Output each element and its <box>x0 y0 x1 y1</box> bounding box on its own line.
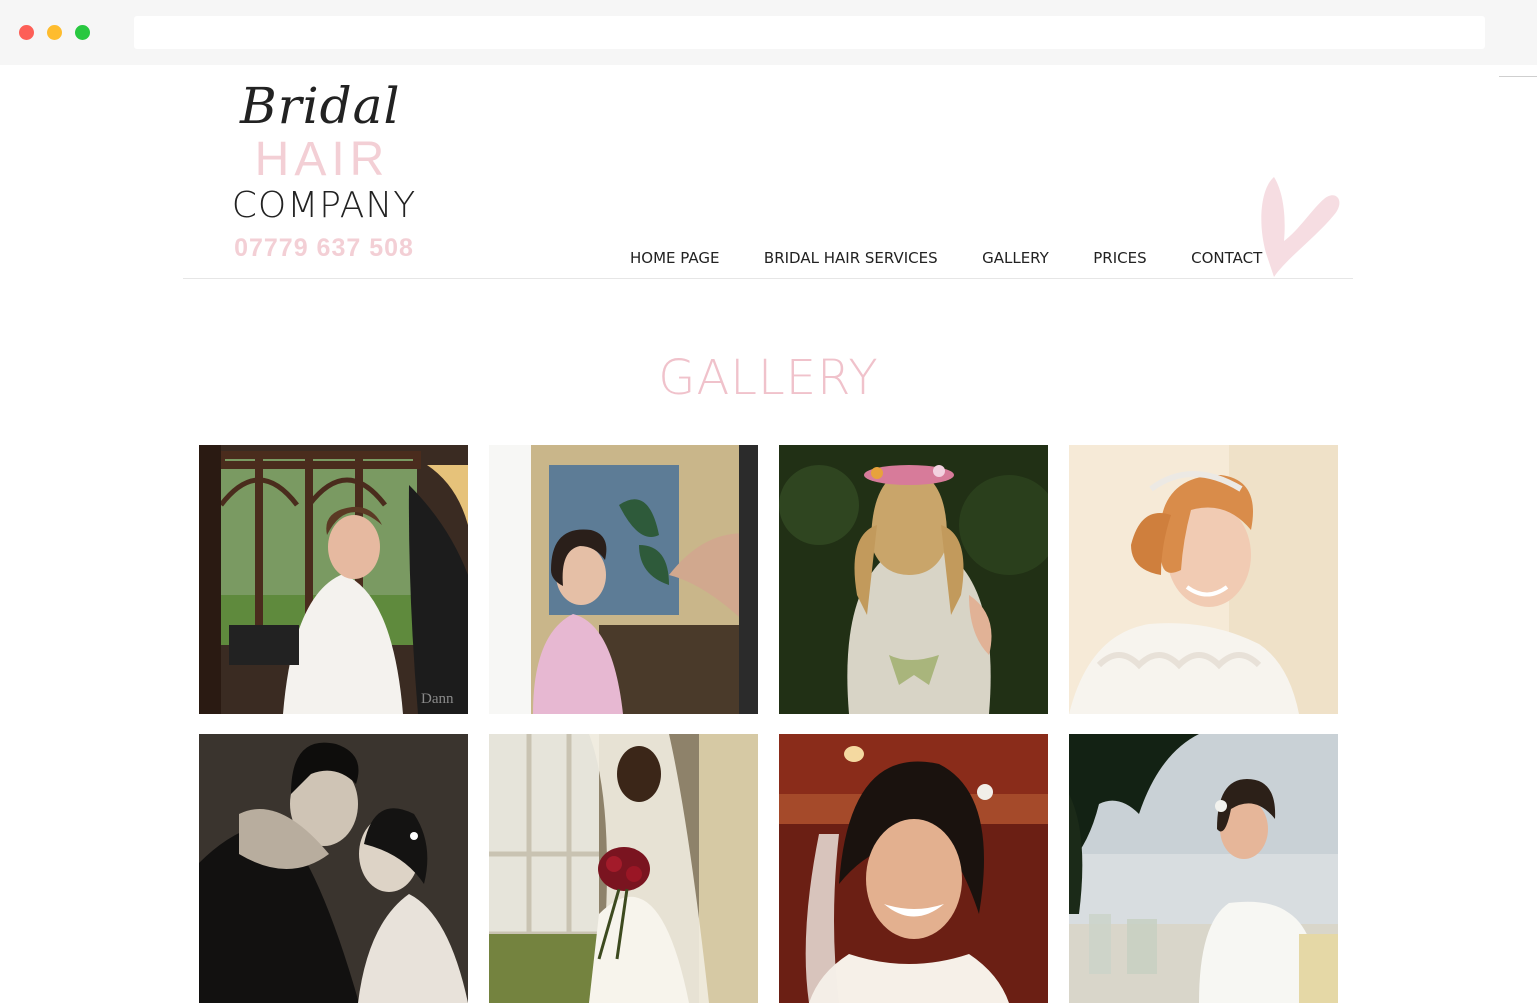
nav-contact[interactable]: CONTACT <box>1191 246 1262 270</box>
logo-company-text: COMPANY <box>231 185 417 226</box>
scrollbar-indicator <box>1499 76 1537 77</box>
photo-bride-sunset-table <box>1069 734 1338 1003</box>
photo-couple-kiss-bw <box>199 734 468 1003</box>
address-bar[interactable] <box>134 16 1485 49</box>
nav-prices[interactable]: PRICES <box>1093 246 1146 270</box>
photo-bride-makeup <box>489 445 758 714</box>
page-title: GALLERY <box>658 350 879 406</box>
main-navigation: HOME PAGE BRIDAL HAIR SERVICES GALLERY P… <box>630 246 1276 272</box>
nav-home[interactable]: HOME PAGE <box>630 246 719 270</box>
logo-hair-text: HAIR <box>254 133 390 186</box>
nav-bridal-hair-services[interactable]: BRIDAL HAIR SERVICES <box>764 246 938 270</box>
site-logo[interactable]: Bridal HAIR COMPANY 07779 637 508 <box>212 72 436 272</box>
gallery-photo[interactable] <box>779 445 1048 714</box>
browser-chrome <box>0 0 1537 65</box>
photo-bride-veil-bouquet <box>489 734 758 1003</box>
photo-smiling-bride-veil <box>779 734 1048 1003</box>
photo-bride-back-flower-crown <box>779 445 1048 714</box>
window-minimize-button[interactable] <box>47 25 62 40</box>
gallery-photo[interactable] <box>199 734 468 1003</box>
nav-gallery[interactable]: GALLERY <box>982 246 1049 270</box>
photo-bride-hair-styling: Dann <box>199 445 468 714</box>
heart-icon <box>1261 177 1340 277</box>
window-close-button[interactable] <box>19 25 34 40</box>
gallery-photo[interactable] <box>489 734 758 1003</box>
gallery-photo[interactable]: Dann <box>199 445 468 714</box>
logo-phone-number: 07779 637 508 <box>234 234 414 262</box>
gallery-photo[interactable] <box>1069 734 1338 1003</box>
gallery-photo[interactable] <box>779 734 1048 1003</box>
logo-script-text: Bridal <box>240 77 401 135</box>
gallery-photo[interactable] <box>489 445 758 714</box>
gallery-photo[interactable] <box>1069 445 1338 714</box>
photo-smiling-bride-tiara <box>1069 445 1338 714</box>
window-maximize-button[interactable] <box>75 25 90 40</box>
photo-watermark: Dann <box>421 691 454 707</box>
header-divider <box>183 278 1353 279</box>
